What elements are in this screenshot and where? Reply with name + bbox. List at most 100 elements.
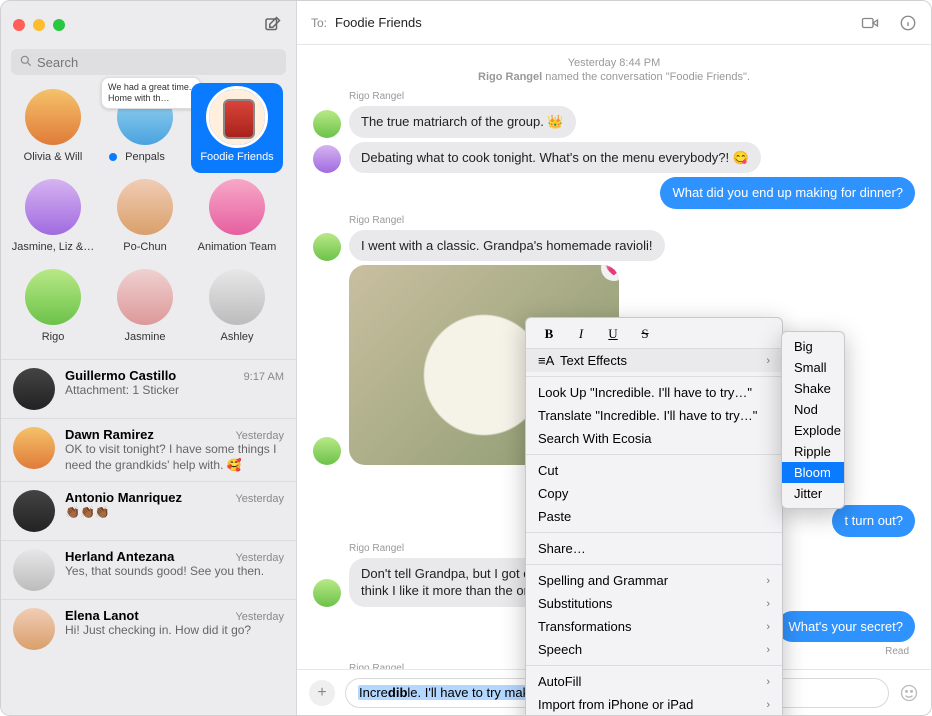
- effect-option[interactable]: Bloom: [782, 462, 844, 483]
- info-icon[interactable]: [899, 14, 917, 32]
- pin-label: Jasmine, Liz &…: [9, 241, 97, 253]
- pinned-conversation[interactable]: Jasmine, Liz &…: [7, 173, 99, 263]
- pinned-conversation[interactable]: Olivia & Will: [7, 83, 99, 173]
- menu-paste[interactable]: Paste: [526, 505, 782, 528]
- menu-lookup[interactable]: Look Up "Incredible. I'll have to try…": [526, 381, 782, 404]
- strike-button[interactable]: S: [634, 326, 656, 342]
- conv-name: Guillermo Castillo: [65, 368, 176, 383]
- avatar: [13, 608, 55, 650]
- effect-option[interactable]: Shake: [782, 378, 844, 399]
- facetime-icon[interactable]: [859, 14, 881, 32]
- conversation-item[interactable]: Herland AntezanaYesterday Yes, that soun…: [1, 540, 296, 599]
- menu-import[interactable]: Import from iPhone or iPad›: [526, 693, 782, 716]
- sidebar: Olivia & WillPenpalsWe had a great time.…: [1, 1, 297, 715]
- conversation-item[interactable]: Guillermo Castillo9:17 AM Attachment: 1 …: [1, 359, 296, 418]
- pinned-conversation[interactable]: Jasmine: [99, 263, 191, 353]
- to-value: Foodie Friends: [335, 15, 422, 30]
- menu-translate[interactable]: Translate "Incredible. I'll have to try……: [526, 404, 782, 427]
- effect-option[interactable]: Jitter: [782, 483, 844, 504]
- avatar: [117, 269, 173, 325]
- compose-icon: [263, 16, 281, 34]
- compose-button[interactable]: [260, 13, 284, 37]
- avatar: [13, 368, 55, 410]
- pinned-conversation[interactable]: Po-Chun: [99, 173, 191, 263]
- separator: [526, 376, 782, 377]
- search-icon: [19, 54, 33, 68]
- menu-spelling[interactable]: Spelling and Grammar›: [526, 569, 782, 592]
- conv-name: Antonio Manriquez: [65, 490, 182, 505]
- emoji-button[interactable]: [899, 683, 919, 703]
- pin-label: Animation Team: [193, 241, 281, 253]
- avatar: [313, 145, 341, 173]
- separator: [526, 564, 782, 565]
- conv-preview: OK to visit tonight? I have some things …: [65, 442, 284, 473]
- bubble[interactable]: t turn out?: [832, 505, 915, 537]
- minimize-button[interactable]: [33, 19, 45, 31]
- conv-preview: Attachment: 1 Sticker: [65, 383, 284, 399]
- conv-name: Dawn Ramirez: [65, 427, 154, 442]
- pinned-conversation[interactable]: Foodie Friends: [191, 83, 283, 173]
- conv-time: Yesterday: [235, 430, 284, 442]
- menu-search[interactable]: Search With Ecosia: [526, 427, 782, 450]
- effect-option[interactable]: Ripple: [782, 441, 844, 462]
- menu-speech[interactable]: Speech›: [526, 638, 782, 661]
- bubble[interactable]: The true matriarch of the group. 👑: [349, 106, 576, 138]
- underline-button[interactable]: U: [602, 326, 624, 342]
- avatar: [117, 179, 173, 235]
- app-window: Olivia & WillPenpalsWe had a great time.…: [0, 0, 932, 716]
- separator: [526, 454, 782, 455]
- bubble[interactable]: Debating what to cook tonight. What's on…: [349, 142, 761, 174]
- window-controls: [13, 19, 65, 31]
- pinned-conversation[interactable]: Rigo: [7, 263, 99, 353]
- conv-time: Yesterday: [235, 611, 284, 623]
- conversation-item[interactable]: Elena LanotYesterday Hi! Just checking i…: [1, 599, 296, 658]
- context-menu[interactable]: B I U S ≡AText Effects› Look Up "Incredi…: [525, 317, 783, 716]
- search-input[interactable]: [11, 49, 286, 75]
- bubble[interactable]: I went with a classic. Grandpa's homemad…: [349, 230, 665, 262]
- attach-button[interactable]: +: [309, 680, 335, 706]
- tapback-heart-icon[interactable]: 💗: [601, 265, 619, 281]
- timestamp: Yesterday 8:44 PM: [313, 57, 915, 69]
- message-received: Debating what to cook tonight. What's on…: [313, 142, 915, 174]
- pinned-conversation[interactable]: Animation Team: [191, 173, 283, 263]
- avatar: [313, 579, 341, 607]
- effect-option[interactable]: Explode: [782, 420, 844, 441]
- conv-body: Elena LanotYesterday Hi! Just checking i…: [65, 608, 284, 650]
- menu-transformations[interactable]: Transformations›: [526, 615, 782, 638]
- header-actions: [859, 14, 917, 32]
- menu-share[interactable]: Share…: [526, 537, 782, 560]
- avatar: [13, 427, 55, 469]
- menu-autofill[interactable]: AutoFill›: [526, 670, 782, 693]
- effect-option[interactable]: Big: [782, 336, 844, 357]
- conversation-item[interactable]: Antonio ManriquezYesterday 👏🏾👏🏾👏🏾: [1, 481, 296, 540]
- avatar: [313, 233, 341, 261]
- pinned-conversation[interactable]: Ashley: [191, 263, 283, 353]
- conv-time: Yesterday: [235, 493, 284, 505]
- avatar: [13, 490, 55, 532]
- italic-button[interactable]: I: [570, 326, 592, 342]
- text-effects-submenu[interactable]: BigSmallShakeNodExplodeRippleBloomJitter: [781, 331, 845, 509]
- conversation-item[interactable]: Dawn Ramirez Yesterday OK to visit tonigh…: [1, 418, 296, 481]
- conv-body: Dawn Ramirez Yesterday OK to visit tonigh…: [65, 427, 284, 473]
- avatar: [13, 549, 55, 591]
- effect-option[interactable]: Nod: [782, 399, 844, 420]
- conv-name: Elena Lanot: [65, 608, 139, 623]
- pinned-conversation[interactable]: PenpalsWe had a great time. Home with th…: [99, 83, 191, 173]
- to-label: To:: [311, 16, 327, 30]
- input-text: Incredible. I'll have to try mak: [358, 685, 530, 700]
- bubble[interactable]: What's your secret?: [777, 611, 915, 643]
- pin-label: Olivia & Will: [9, 151, 97, 163]
- menu-text-effects[interactable]: ≡AText Effects›: [526, 349, 782, 372]
- close-button[interactable]: [13, 19, 25, 31]
- menu-copy[interactable]: Copy: [526, 482, 782, 505]
- avatar: [25, 269, 81, 325]
- menu-substitutions[interactable]: Substitutions›: [526, 592, 782, 615]
- format-bar: B I U S: [526, 322, 782, 349]
- maximize-button[interactable]: [53, 19, 65, 31]
- effect-option[interactable]: Small: [782, 357, 844, 378]
- bold-button[interactable]: B: [538, 326, 560, 342]
- conv-preview: Yes, that sounds good! See you then.: [65, 564, 284, 580]
- menu-cut[interactable]: Cut: [526, 459, 782, 482]
- bubble[interactable]: What did you end up making for dinner?: [660, 177, 915, 209]
- pinned-conversations: Olivia & WillPenpalsWe had a great time.…: [1, 83, 296, 359]
